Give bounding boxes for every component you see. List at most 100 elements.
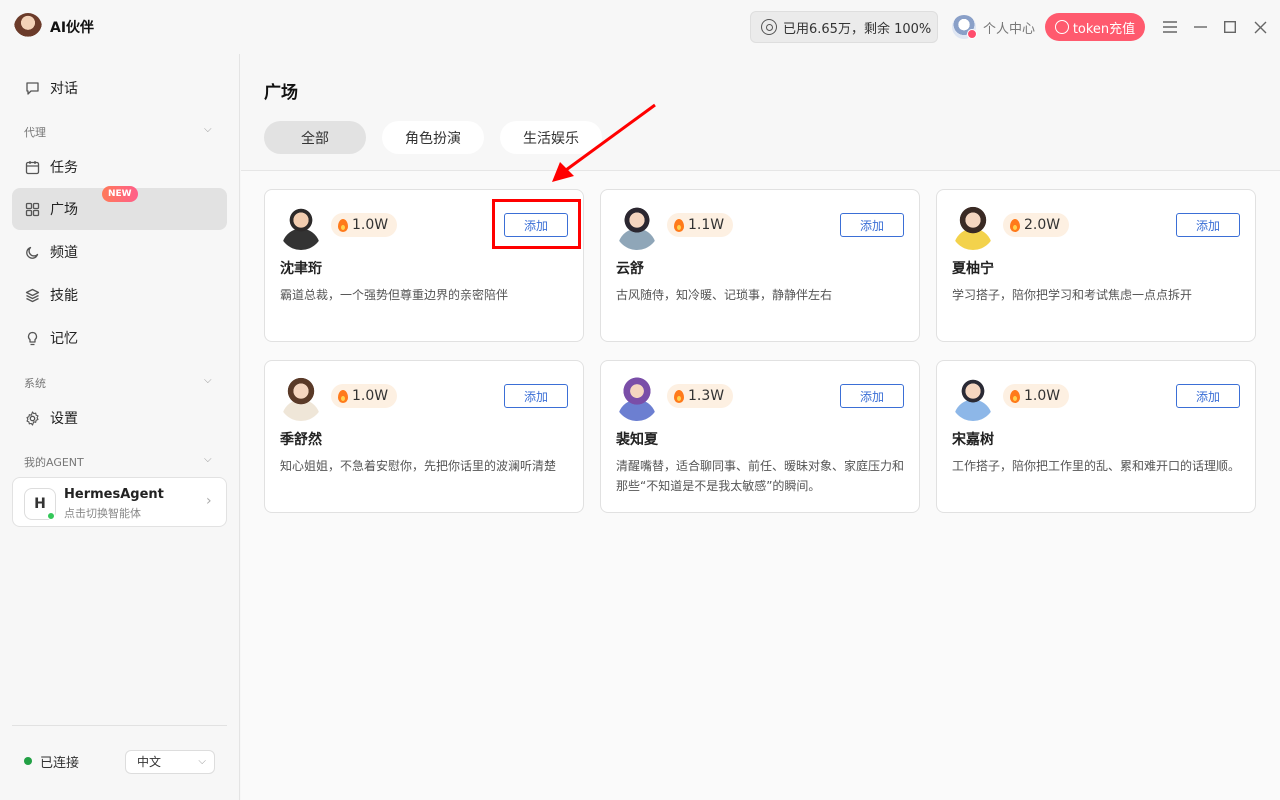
agent-card[interactable]: 1.1W 添加 云舒 古风随侍，知冷暖、记琐事，静静伴左右 [600, 189, 920, 342]
chevron-down-icon[interactable]: ⌵ [204, 124, 212, 135]
language-value: 中文 [137, 755, 162, 769]
sidebar-item-channels[interactable]: 频道 [12, 231, 227, 273]
highlight-annotation [492, 199, 581, 249]
agent-card[interactable]: 1.3W 添加 裴知夏 清醒嘴替，适合聊同事、前任、暧昧对象、家庭压力和那些“不… [600, 360, 920, 513]
app-logo [14, 13, 42, 41]
agent-card[interactable]: 1.0W 添加 宋嘉树 工作搭子，陪你把工作里的乱、累和难开口的话理顺。 [936, 360, 1256, 513]
maximize-icon[interactable] [1221, 18, 1239, 36]
sidebar-item-label: 对话 [50, 81, 78, 97]
add-button[interactable]: 添加 [1176, 384, 1240, 408]
gear-icon [24, 410, 40, 426]
connection-status-icon [24, 757, 32, 765]
flame-icon [1010, 218, 1020, 232]
popularity-badge: 1.0W [1003, 384, 1070, 408]
card-name: 夏柚宁 [952, 261, 994, 277]
card-name: 云舒 [616, 261, 644, 277]
sidebar-item-skills[interactable]: 技能 [12, 274, 227, 316]
usage-icon [761, 19, 777, 35]
popularity-count: 1.0W [352, 217, 389, 233]
popularity-badge: 1.0W [331, 384, 398, 408]
token-button-label: token充值 [1072, 21, 1136, 37]
connection-status: 已连接 [40, 756, 80, 771]
online-indicator [47, 512, 55, 520]
avatar [951, 377, 995, 421]
minimize-icon[interactable] [1191, 18, 1209, 36]
chevron-down-icon[interactable]: ⌵ [204, 454, 212, 465]
divider [12, 725, 227, 726]
avatar [951, 206, 995, 250]
popularity-count: 1.1W [688, 217, 725, 233]
sidebar-item-settings[interactable]: 设置 [12, 397, 227, 439]
card-name: 裴知夏 [616, 432, 658, 448]
popularity-badge: 2.0W [1003, 213, 1070, 237]
sidebar: 对话 代理 ⌵ 任务 广场 NEW 频道 技能 记忆 系统 ⌵ 设置 我的AGE… [0, 54, 240, 800]
avatar [615, 377, 659, 421]
add-button[interactable]: 添加 [840, 384, 904, 408]
agent-switcher[interactable]: H HermesAgent 点击切换智能体 › [12, 477, 227, 527]
card-description: 霸道总裁，一个强势但尊重边界的亲密陪伴 [280, 288, 509, 302]
popularity-count: 1.0W [352, 388, 389, 404]
close-icon[interactable] [1251, 18, 1269, 36]
token-icon [1054, 20, 1069, 34]
card-description: 清醒嘴替，适合聊同事、前任、暧昧对象、家庭压力和那些“不知道是不是我太敏感”的瞬… [616, 459, 905, 493]
tab-role-play[interactable]: 角色扮演 [382, 121, 484, 154]
page-header: 广场 全部 角色扮演 生活娱乐 [241, 54, 1280, 171]
agent-card[interactable]: 2.0W 添加 夏柚宁 学习搭子，陪你把学习和考试焦虑一点点拆开 [936, 189, 1256, 342]
sidebar-item-chat[interactable]: 对话 [12, 67, 227, 109]
sidebar-item-tasks[interactable]: 任务 [12, 146, 227, 188]
agent-name: HermesAgent [64, 487, 164, 502]
popularity-badge: 1.0W [331, 213, 398, 237]
sidebar-item-label: 广场 [50, 202, 78, 218]
calendar-icon [24, 159, 40, 175]
tab-all[interactable]: 全部 [264, 121, 366, 154]
moon-icon [24, 244, 40, 260]
chevron-down-icon[interactable]: ⌵ [204, 375, 212, 386]
chevron-down-icon: ⌵ [198, 756, 206, 767]
title-bar: AI伙伴 已用6.65万，剩余 100% 个人中心 token充值 [0, 0, 1280, 54]
popularity-badge: 1.3W [667, 384, 734, 408]
card-description: 古风随侍，知冷暖、记琐事，静静伴左右 [616, 288, 833, 302]
section-label-my-agent: 我的AGENT [24, 456, 84, 469]
arrow-annotation [552, 103, 656, 182]
popularity-count: 2.0W [1024, 217, 1061, 233]
usage-text: 已用6.65万，剩余 100% [783, 21, 932, 37]
flame-icon [674, 389, 684, 403]
token-recharge-button[interactable]: token充值 [1045, 13, 1145, 41]
sidebar-item-label: 设置 [50, 411, 78, 427]
card-name: 沈聿珩 [280, 261, 322, 277]
language-select[interactable]: 中文 ⌵ [125, 750, 215, 774]
chat-icon [24, 80, 40, 96]
section-label-system: 系统 [24, 377, 46, 390]
card-description: 工作搭子，陪你把工作里的乱、累和难开口的话理顺。 [952, 459, 1241, 473]
avatar [615, 206, 659, 250]
avatar [279, 377, 323, 421]
sidebar-item-label: 任务 [50, 160, 78, 176]
chevron-right-icon: › [206, 493, 212, 509]
usage-indicator[interactable]: 已用6.65万，剩余 100% [750, 11, 938, 43]
page-title: 广场 [264, 83, 298, 103]
new-badge: NEW [102, 186, 138, 202]
add-button[interactable]: 添加 [504, 384, 568, 408]
card-name: 季舒然 [280, 432, 322, 448]
popularity-badge: 1.1W [667, 213, 734, 237]
sidebar-item-label: 记忆 [50, 331, 78, 347]
flame-icon [338, 218, 348, 232]
grid-icon [24, 201, 40, 217]
flame-icon [1010, 389, 1020, 403]
sidebar-item-plaza[interactable]: 广场 NEW [12, 186, 227, 230]
add-button[interactable]: 添加 [840, 213, 904, 237]
sidebar-item-label: 技能 [50, 288, 78, 304]
sidebar-item-memory[interactable]: 记忆 [12, 317, 227, 359]
add-button[interactable]: 添加 [1176, 213, 1240, 237]
flame-icon [674, 218, 684, 232]
flame-icon [338, 389, 348, 403]
agent-subtitle: 点击切换智能体 [64, 507, 141, 520]
menu-icon[interactable] [1161, 18, 1179, 36]
popularity-count: 1.0W [1024, 388, 1061, 404]
agent-card[interactable]: 1.0W 添加 季舒然 知心姐姐，不急着安慰你，先把你话里的波澜听清楚 [264, 360, 584, 513]
popularity-count: 1.3W [688, 388, 725, 404]
card-description: 学习搭子，陪你把学习和考试焦虑一点点拆开 [952, 288, 1193, 302]
user-center-link[interactable]: 个人中心 [983, 18, 1035, 37]
sidebar-item-label: 频道 [50, 245, 78, 261]
avatar [279, 206, 323, 250]
